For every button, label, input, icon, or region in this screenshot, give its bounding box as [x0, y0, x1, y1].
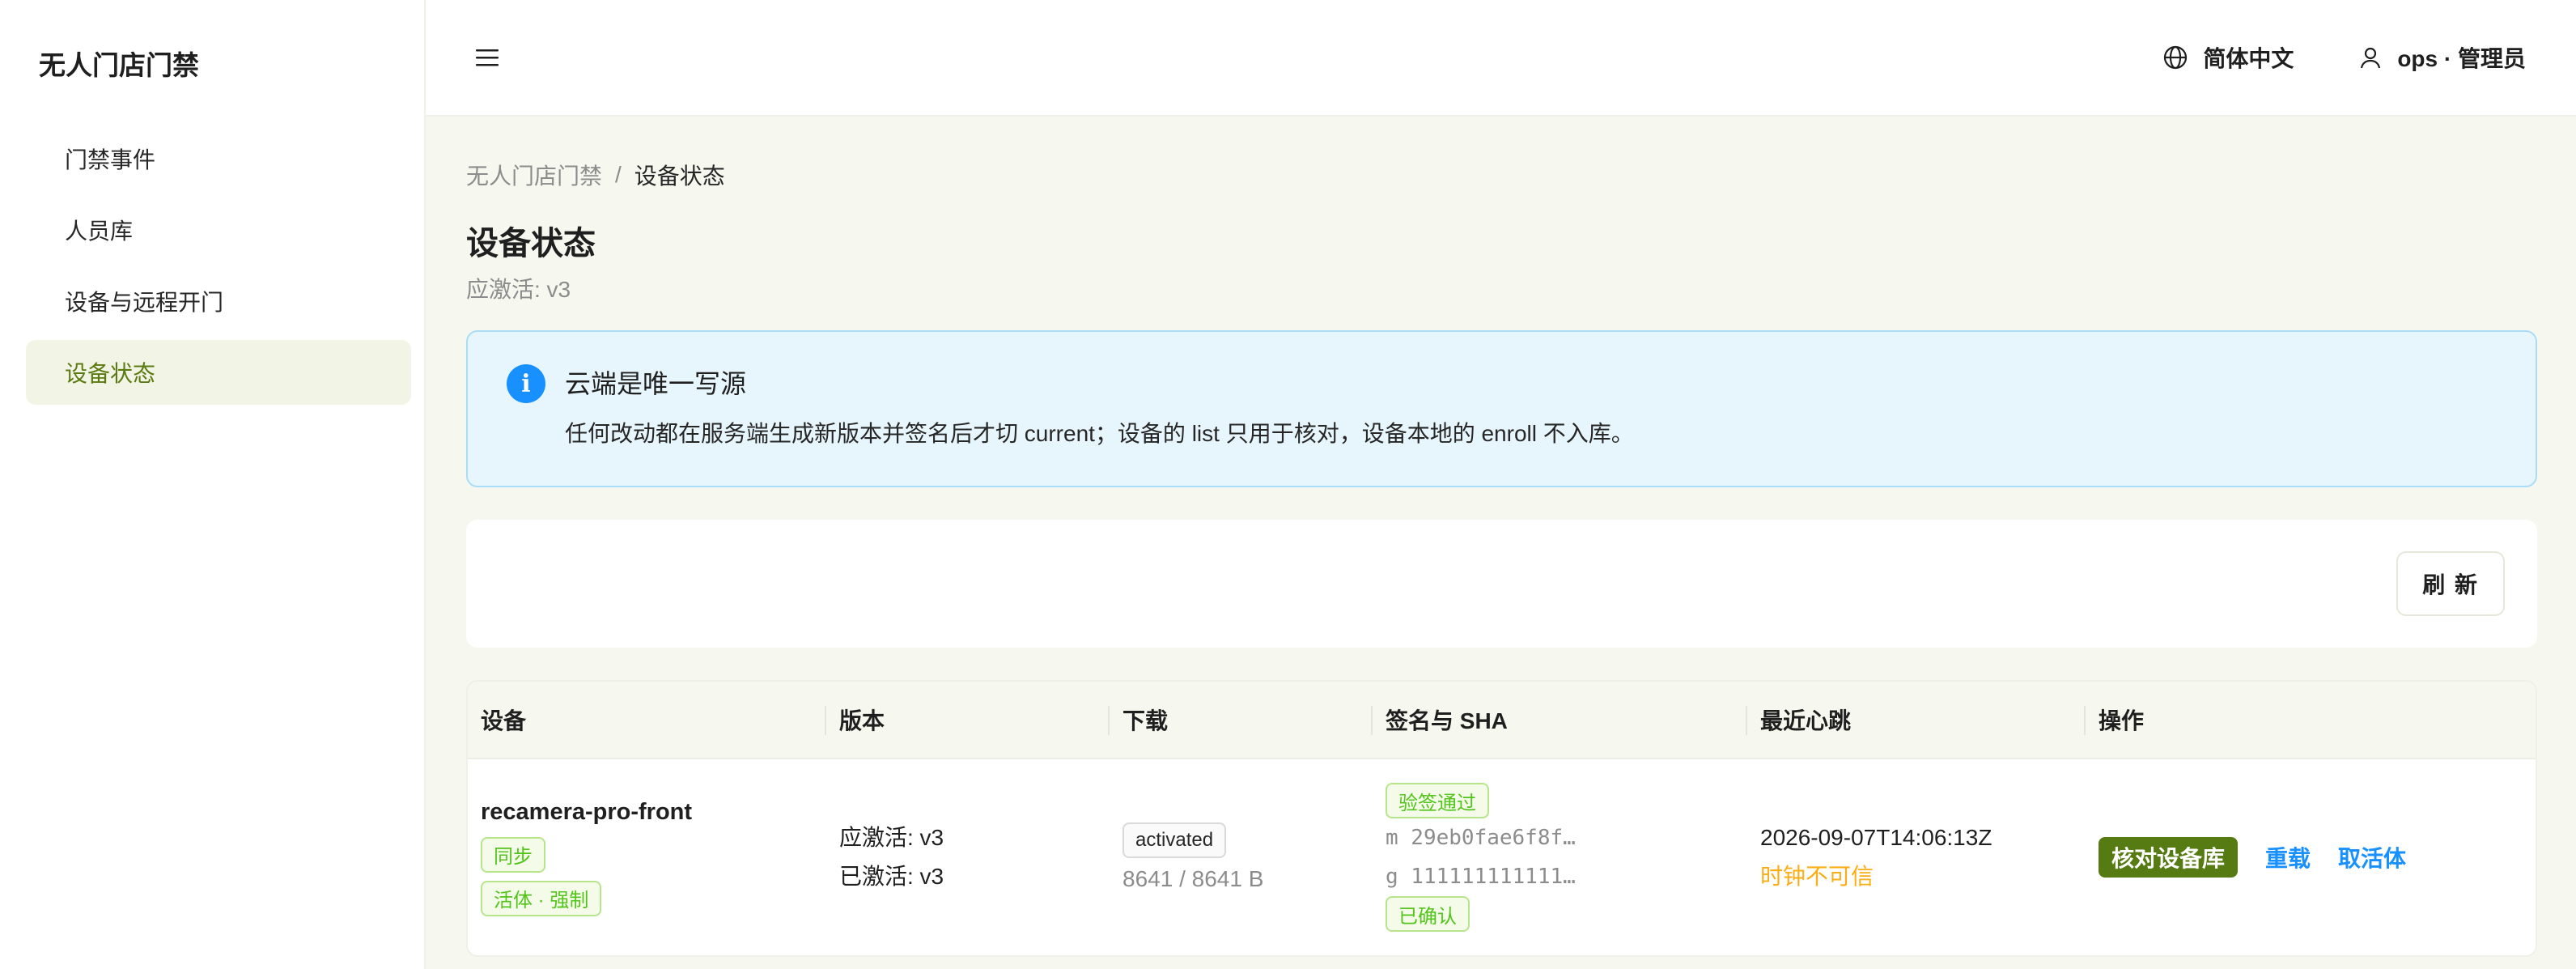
liveness-tag: 活体 · 强制 — [481, 880, 602, 916]
sync-tag: 同步 — [481, 836, 545, 873]
topbar-actions: 简体中文 ops · 管理员 — [2162, 41, 2526, 74]
cancel-liveness-link[interactable]: 取活体 — [2338, 841, 2406, 873]
info-alert: i 云端是唯一写源 任何改动都在服务端生成新版本并签名后才切 current；设… — [466, 330, 2537, 487]
language-switcher[interactable]: 简体中文 — [2162, 41, 2294, 74]
table-row: recamera-pro-front 同步 活体 · 强制 应激活: v3 已激… — [468, 759, 2536, 955]
version-active: 已激活: v3 — [839, 864, 944, 889]
app-brand: 无人门店门禁 — [39, 50, 199, 80]
sidebar-item-access-events[interactable]: 门禁事件 — [26, 126, 411, 191]
topbar: 简体中文 ops · 管理员 — [426, 0, 2576, 117]
sha-m: m 29eb0fae6f8f… — [1386, 826, 1576, 850]
column-header-download: 下载 — [1110, 682, 1373, 758]
content: 无人门店门禁 / 设备状态 设备状态 应激活: v3 i 云端是唯一写源 任何改… — [426, 117, 2576, 957]
column-header-heartbeat: 最近心跳 — [1747, 682, 2086, 758]
user-icon — [2361, 47, 2381, 69]
cell-download: activated 8641 / 8641 B — [1110, 759, 1373, 955]
user-menu[interactable]: ops · 管理员 — [2358, 41, 2526, 74]
toolbar-card: 刷 新 — [466, 520, 2537, 648]
verify-device-db-button[interactable]: 核对设备库 — [2099, 837, 2239, 878]
globe-icon — [2164, 45, 2188, 70]
info-icon: i — [507, 364, 545, 403]
refresh-button[interactable]: 刷 新 — [2396, 551, 2505, 616]
main-area: 简体中文 ops · 管理员 无人门店门禁 / 设备状态 设备状态 应激活: v… — [426, 0, 2576, 969]
signature-verified-tag: 验签通过 — [1386, 783, 1489, 818]
breadcrumb-root[interactable]: 无人门店门禁 — [466, 159, 602, 191]
version-expected: 应激活: v3 — [839, 825, 944, 850]
cell-signature: 验签通过 m 29eb0fae6f8f… g 111111111111… 已确认 — [1373, 759, 1747, 955]
hamburger-icon — [476, 49, 499, 66]
reload-link[interactable]: 重载 — [2265, 841, 2311, 873]
clock-warning: 时钟不可信 — [1760, 864, 1874, 889]
menu-toggle-button[interactable] — [471, 41, 503, 74]
breadcrumb-separator: / — [615, 162, 622, 187]
table-header: 设备 版本 下载 签名与 SHA 最近心跳 操作 — [468, 682, 2536, 759]
breadcrumb-current: 设备状态 — [634, 164, 725, 189]
device-name: recamera-pro-front — [481, 798, 693, 825]
column-header-device: 设备 — [468, 682, 826, 758]
sidebar-nav: 门禁事件 人员库 设备与远程开门 设备状态 — [0, 126, 424, 405]
sidebar-item-device-status[interactable]: 设备状态 — [26, 340, 411, 405]
cell-heartbeat: 2026-09-07T14:06:13Z 时钟不可信 — [1747, 759, 2086, 955]
sidebar-item-personnel[interactable]: 人员库 — [26, 198, 411, 262]
alert-description: 任何改动都在服务端生成新版本并签名后才切 current；设备的 list 只用… — [565, 421, 1634, 446]
alert-title: 云端是唯一写源 — [565, 369, 747, 398]
column-header-signature: 签名与 SHA — [1373, 682, 1747, 758]
sidebar: 无人门店门禁 门禁事件 人员库 设备与远程开门 设备状态 — [0, 0, 426, 969]
heartbeat-time: 2026-09-07T14:06:13Z — [1760, 825, 1992, 850]
cell-version: 应激活: v3 已激活: v3 — [826, 759, 1110, 955]
column-header-actions: 操作 — [2099, 708, 2145, 733]
download-bytes: 8641 / 8641 B — [1122, 866, 1264, 891]
user-label: ops · 管理员 — [2397, 46, 2526, 71]
column-header-version: 版本 — [826, 682, 1110, 758]
alert-body: 云端是唯一写源 任何改动都在服务端生成新版本并签名后才切 current；设备的… — [565, 364, 1634, 453]
breadcrumb: 无人门店门禁 / 设备状态 — [466, 157, 2537, 193]
language-label: 简体中文 — [2203, 46, 2294, 71]
page-subtitle: 应激活: v3 — [466, 277, 571, 302]
page-title: 设备状态 — [466, 226, 596, 261]
sha-g: g 111111111111… — [1386, 865, 1576, 889]
cell-actions: 核对设备库 重载 取活体 — [2086, 759, 2536, 955]
download-status-tag: activated — [1122, 822, 1227, 858]
confirmed-tag: 已确认 — [1386, 896, 1470, 932]
device-table: 设备 版本 下载 签名与 SHA 最近心跳 操作 recamera-pro-fr… — [466, 680, 2537, 957]
sidebar-item-remote-open[interactable]: 设备与远程开门 — [26, 269, 411, 334]
cell-device: recamera-pro-front 同步 活体 · 强制 — [468, 759, 826, 955]
